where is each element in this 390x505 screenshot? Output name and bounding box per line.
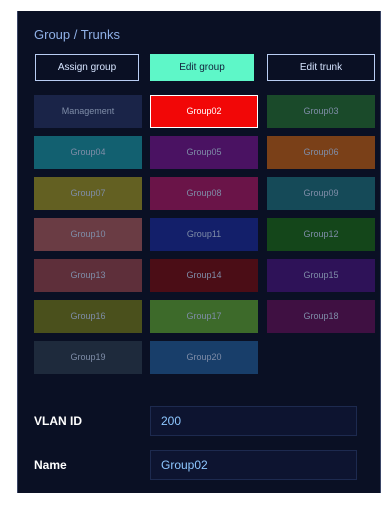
name-input[interactable]: Group02 <box>150 450 357 480</box>
group-tile-group05[interactable]: Group05 <box>150 136 258 169</box>
group-tile-group06[interactable]: Group06 <box>267 136 375 169</box>
group-tile-group16[interactable]: Group16 <box>34 300 142 333</box>
group-tile-group18[interactable]: Group18 <box>267 300 375 333</box>
group-tile-group09[interactable]: Group09 <box>267 177 375 210</box>
group-tile-group10[interactable]: Group10 <box>34 218 142 251</box>
group-tile-group04[interactable]: Group04 <box>34 136 142 169</box>
edit-group-button[interactable]: Edit group <box>150 54 254 81</box>
group-tile-group02[interactable]: Group02 <box>150 95 258 128</box>
vlan-id-label: VLAN ID <box>34 414 82 428</box>
name-label: Name <box>34 458 67 472</box>
edit-trunk-button[interactable]: Edit trunk <box>267 54 375 81</box>
group-tile-group08[interactable]: Group08 <box>150 177 258 210</box>
group-tile-group12[interactable]: Group12 <box>267 218 375 251</box>
vlan-id-input[interactable]: 200 <box>150 406 357 436</box>
group-tile-group11[interactable]: Group11 <box>150 218 258 251</box>
group-tile-group15[interactable]: Group15 <box>267 259 375 292</box>
group-trunks-panel: Group / Trunks Assign group Edit group E… <box>17 11 381 493</box>
group-tile-group19[interactable]: Group19 <box>34 341 142 374</box>
panel-title: Group / Trunks <box>34 27 120 42</box>
group-tile-group13[interactable]: Group13 <box>34 259 142 292</box>
group-tile-group03[interactable]: Group03 <box>267 95 375 128</box>
group-tile-group17[interactable]: Group17 <box>150 300 258 333</box>
group-tile-group07[interactable]: Group07 <box>34 177 142 210</box>
group-tile-group14[interactable]: Group14 <box>150 259 258 292</box>
assign-group-button[interactable]: Assign group <box>35 54 139 81</box>
group-tile-group20[interactable]: Group20 <box>150 341 258 374</box>
group-tile-management[interactable]: Management <box>34 95 142 128</box>
